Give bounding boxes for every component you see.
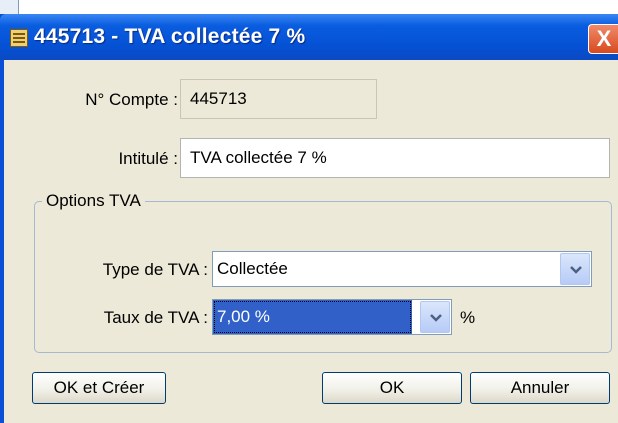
tva-type-select[interactable]: Collectée	[212, 251, 592, 287]
window-title: 445713 - TVA collectée 7 %	[34, 25, 306, 48]
account-dialog: 445713 - TVA collectée 7 % X N° Compte :…	[0, 14, 618, 423]
tva-options-legend: Options TVA	[42, 191, 145, 211]
tva-rate-select[interactable]: 7,00 %	[212, 299, 452, 335]
account-number-label: N° Compte :	[85, 90, 178, 109]
account-title-label: Intitulé :	[118, 149, 178, 168]
tva-rate-value: 7,00 %	[213, 300, 412, 334]
ok-create-button[interactable]: OK et Créer	[32, 372, 166, 404]
chevron-down-icon[interactable]	[560, 253, 590, 285]
tva-rate-unit: %	[460, 308, 476, 327]
tva-type-label: Type de TVA :	[102, 260, 208, 279]
account-number-field: 445713	[180, 79, 377, 119]
title-bar[interactable]: 445713 - TVA collectée 7 % X	[0, 14, 618, 60]
chevron-down-icon[interactable]	[420, 301, 450, 333]
ok-button[interactable]: OK	[322, 372, 462, 404]
ledger-icon	[10, 29, 28, 47]
tva-rate-label: Taux de TVA :	[103, 308, 208, 327]
close-button[interactable]: X	[588, 24, 618, 54]
cancel-button[interactable]: Annuler	[470, 372, 610, 404]
account-title-input[interactable]: TVA collectée 7 %	[180, 138, 610, 178]
tva-type-value: Collectée	[217, 259, 288, 278]
dialog-body: N° Compte : 445713 Intitulé : TVA collec…	[4, 60, 618, 423]
